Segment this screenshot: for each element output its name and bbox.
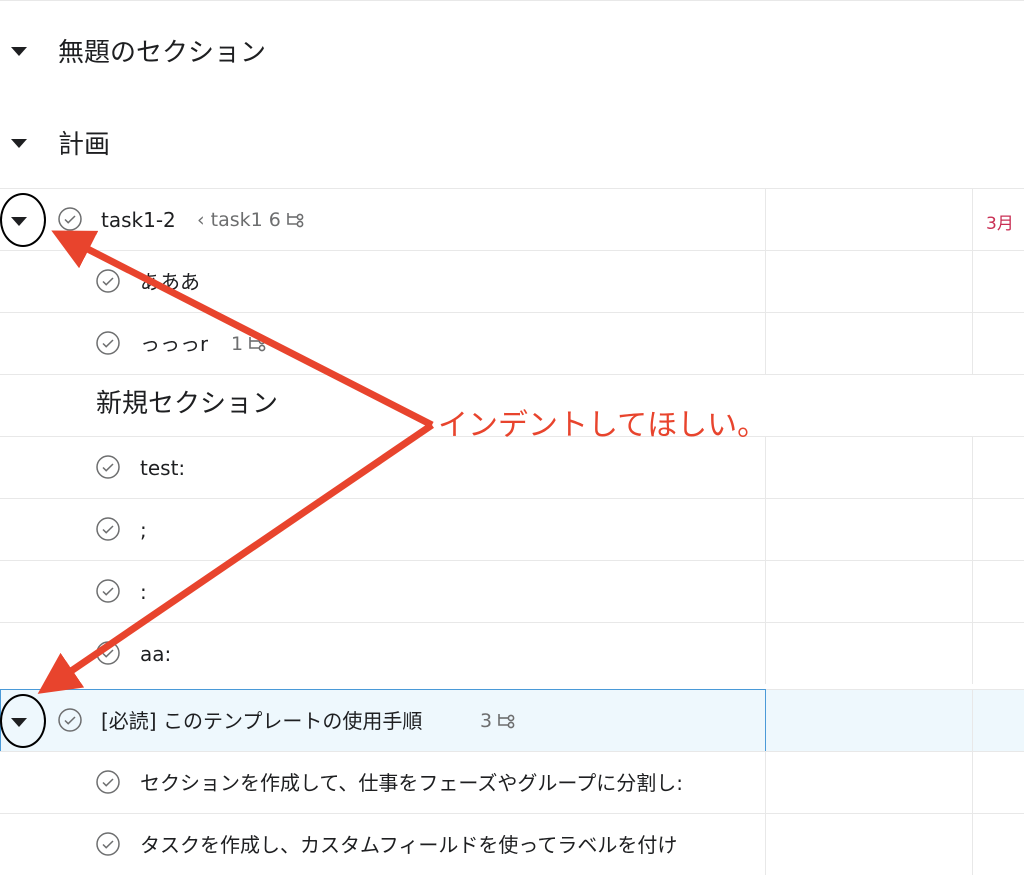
annotation-arrow-up — [51, 230, 434, 429]
annotation-text: インデントしてほしい。 — [438, 408, 768, 443]
annotation-arrow-down — [37, 422, 434, 694]
